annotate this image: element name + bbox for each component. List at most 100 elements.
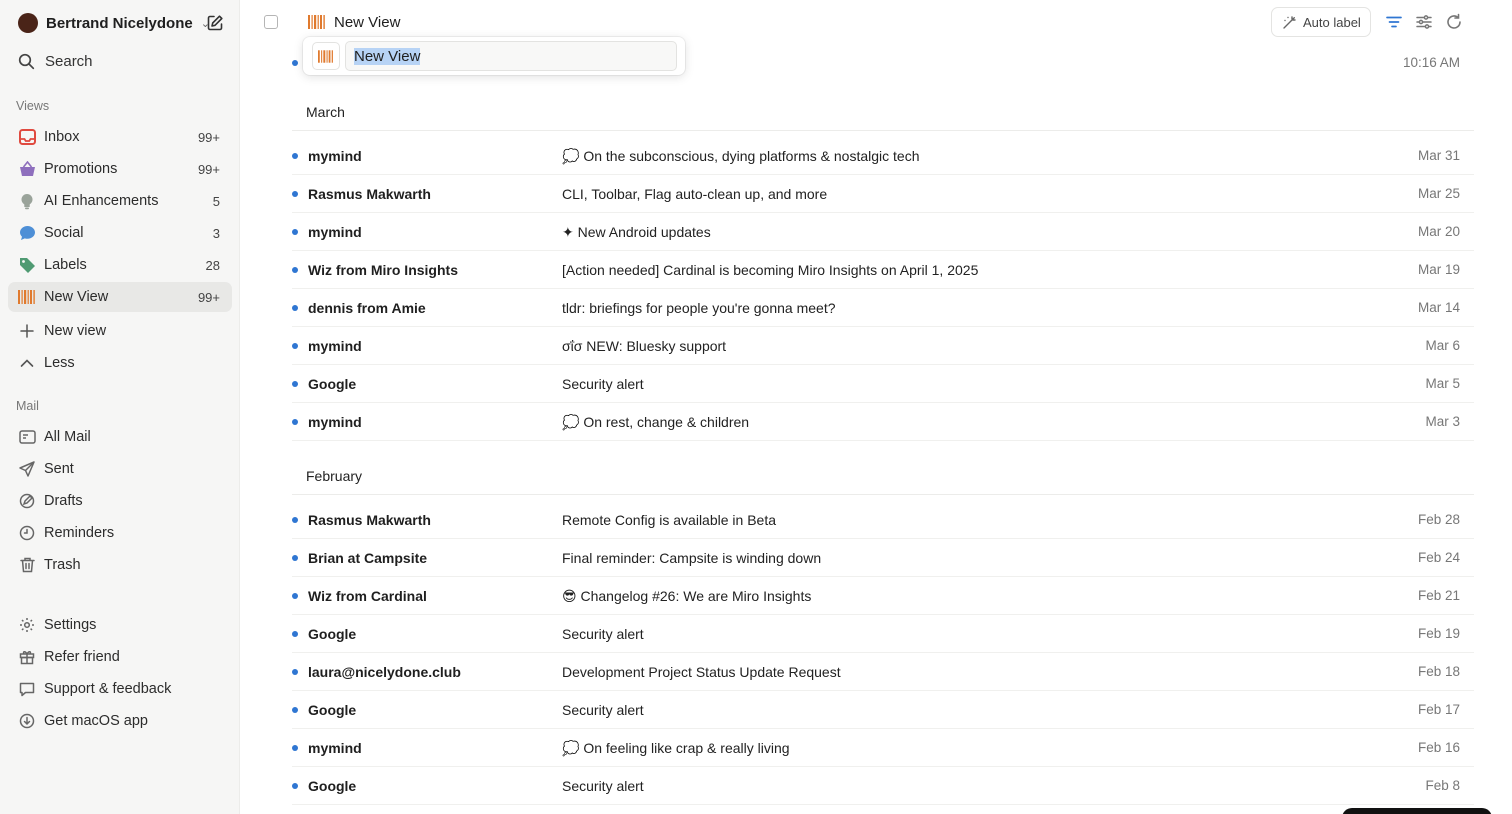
view-icon-picker[interactable] [312, 42, 340, 70]
refresh-icon[interactable] [1445, 13, 1463, 31]
barcode-icon [308, 15, 326, 29]
email-date: Mar 3 [1425, 414, 1460, 429]
unread-dot [292, 783, 298, 789]
email-row[interactable]: Google Security alert Feb 19 [292, 615, 1474, 653]
clock-icon [18, 524, 36, 542]
sidebar-item-reminders[interactable]: Reminders [8, 518, 232, 548]
email-sender: Google [308, 376, 357, 392]
email-date: Feb 17 [1417, 702, 1460, 717]
unread-dot [292, 60, 298, 66]
email-subject: [Action needed] Cardinal is becoming Mir… [562, 262, 979, 278]
sidebar-item-new-view[interactable]: New View 99+ [8, 282, 232, 312]
drafts-icon [18, 492, 36, 510]
email-date: Mar 31 [1417, 148, 1460, 163]
send-icon [18, 460, 36, 478]
view-title[interactable]: New View [308, 12, 400, 32]
email-date: Mar 25 [1417, 186, 1460, 201]
email-sender: Rasmus Makwarth [308, 186, 431, 202]
view-name-input[interactable] [345, 41, 677, 71]
email-row[interactable]: laura@nicelydone.club Development Project… [292, 653, 1474, 691]
email-row[interactable]: Brian at Campsite Final reminder: Campsit… [292, 539, 1474, 577]
email-subject: CLI, Toolbar, Flag auto-clean up, and mo… [562, 186, 828, 202]
email-sender: mymind [308, 740, 362, 756]
email-row[interactable]: Rasmus Makwarth Remote Config is availabl… [292, 501, 1474, 539]
select-all-checkbox[interactable] [264, 15, 278, 29]
email-row[interactable]: mymind 💭 On rest, change & children Mar 3 [292, 403, 1474, 441]
email-date: Mar 6 [1425, 338, 1460, 353]
email-row[interactable]: mymind σΐσ NEW: Bluesky support Mar 6 [292, 327, 1474, 365]
feedback-icon [18, 680, 36, 698]
sidebar-item-settings[interactable]: Settings [8, 610, 232, 640]
email-sender: mymind [308, 148, 362, 164]
sidebar-item-support-feedback[interactable]: Support & feedback [8, 674, 232, 704]
email-row[interactable]: Wiz from Miro Insights [Action needed] Ca… [292, 251, 1474, 289]
email-subject: Final reminder: Campsite is winding down [562, 550, 822, 566]
sidebar-item-refer-friend[interactable]: Refer friend [8, 642, 232, 672]
unread-dot [292, 745, 298, 751]
email-date: Feb 18 [1417, 664, 1460, 679]
email-subject: 💭 On the subconscious, dying platforms &… [562, 148, 920, 164]
email-date: Mar 20 [1417, 224, 1460, 239]
new-view-button[interactable]: New view [8, 316, 232, 346]
barcode-icon [18, 288, 36, 306]
sidebar-item-trash[interactable]: Trash [8, 550, 232, 580]
chevron-up-icon [18, 354, 36, 372]
less-button[interactable]: Less [8, 348, 232, 378]
sidebar-item-social[interactable]: Social 3 [8, 218, 232, 248]
email-row[interactable]: mymind 💭 On the subconscious, dying platf… [292, 137, 1474, 175]
filter-icon[interactable] [1385, 13, 1403, 31]
unread-dot [292, 153, 298, 159]
gift-icon [18, 648, 36, 666]
sidebar-item-sent[interactable]: Sent [8, 454, 232, 484]
email-row[interactable]: Rasmus Makwarth CLI, Toolbar, Flag auto-c… [292, 175, 1474, 213]
unread-dot [292, 191, 298, 197]
email-row[interactable]: Wiz from Cardinal 😎 Changelog #26: We are… [292, 577, 1474, 615]
inbox-icon [18, 128, 36, 146]
email-subject: σΐσ NEW: Bluesky support [562, 338, 727, 354]
sidebar-item-promotions[interactable]: Promotions 99+ [8, 154, 232, 184]
unread-dot [292, 669, 298, 675]
email-subject: Security alert [562, 702, 644, 718]
email-sender: mymind [308, 414, 362, 430]
sidebar-item-get-macos-app[interactable]: Get macOS app [8, 706, 232, 736]
email-row[interactable]: Google Security alert Mar 5 [292, 365, 1474, 403]
sliders-icon[interactable] [1415, 13, 1433, 31]
count-badge: 99+ [197, 129, 220, 145]
count-badge: 3 [212, 225, 220, 241]
all-mail-icon [18, 428, 36, 446]
search-icon [18, 53, 35, 69]
search-button[interactable]: Search [18, 50, 93, 72]
sidebar-item-all-mail[interactable]: All Mail [8, 422, 232, 452]
count-badge: 99+ [197, 161, 220, 177]
view-title-text: New View [334, 13, 401, 31]
email-row[interactable]: Google Security alert Feb 17 [292, 691, 1474, 729]
email-sender: Google [308, 626, 357, 642]
toast-bar [1342, 808, 1492, 814]
sidebar-item-labels[interactable]: Labels 28 [8, 250, 232, 280]
email-subject: Remote Config is available in Beta [562, 512, 777, 528]
sidebar-item-drafts[interactable]: Drafts [8, 486, 232, 516]
auto-label-button[interactable]: Auto label [1271, 7, 1371, 37]
sidebar-item-inbox[interactable]: Inbox 99+ [8, 122, 232, 152]
unread-dot [292, 343, 298, 349]
compose-icon[interactable] [206, 14, 224, 32]
email-row[interactable]: mymind ✦ New Android updates Mar 20 [292, 213, 1474, 251]
email-sender: mymind [308, 224, 362, 240]
email-sender: Wiz from Cardinal [308, 588, 427, 604]
email-date: Mar 5 [1425, 376, 1460, 391]
email-sender: Brian at Campsite [308, 550, 428, 566]
email-sender: Google [308, 778, 357, 794]
account-switcher[interactable]: Bertrand Nicelydone ⌄ [18, 12, 210, 34]
email-row[interactable]: dennis from Amie tldr: briefings for peop… [292, 289, 1474, 327]
email-row[interactable]: Google Security alert Feb 8 [292, 767, 1474, 805]
unread-dot [292, 419, 298, 425]
email-sender: dennis from Amie [308, 300, 426, 316]
mail-section-label: Mail [16, 399, 39, 413]
email-sender: Rasmus Makwarth [308, 512, 431, 528]
rename-view-popover [303, 37, 685, 75]
sidebar-item-ai-enhancements[interactable]: AI Enhancements 5 [8, 186, 232, 216]
email-row[interactable]: mymind 💭 On feeling like crap & really li… [292, 729, 1474, 767]
unread-dot [292, 707, 298, 713]
count-badge: 5 [212, 193, 220, 209]
email-date: Feb 8 [1425, 778, 1460, 793]
